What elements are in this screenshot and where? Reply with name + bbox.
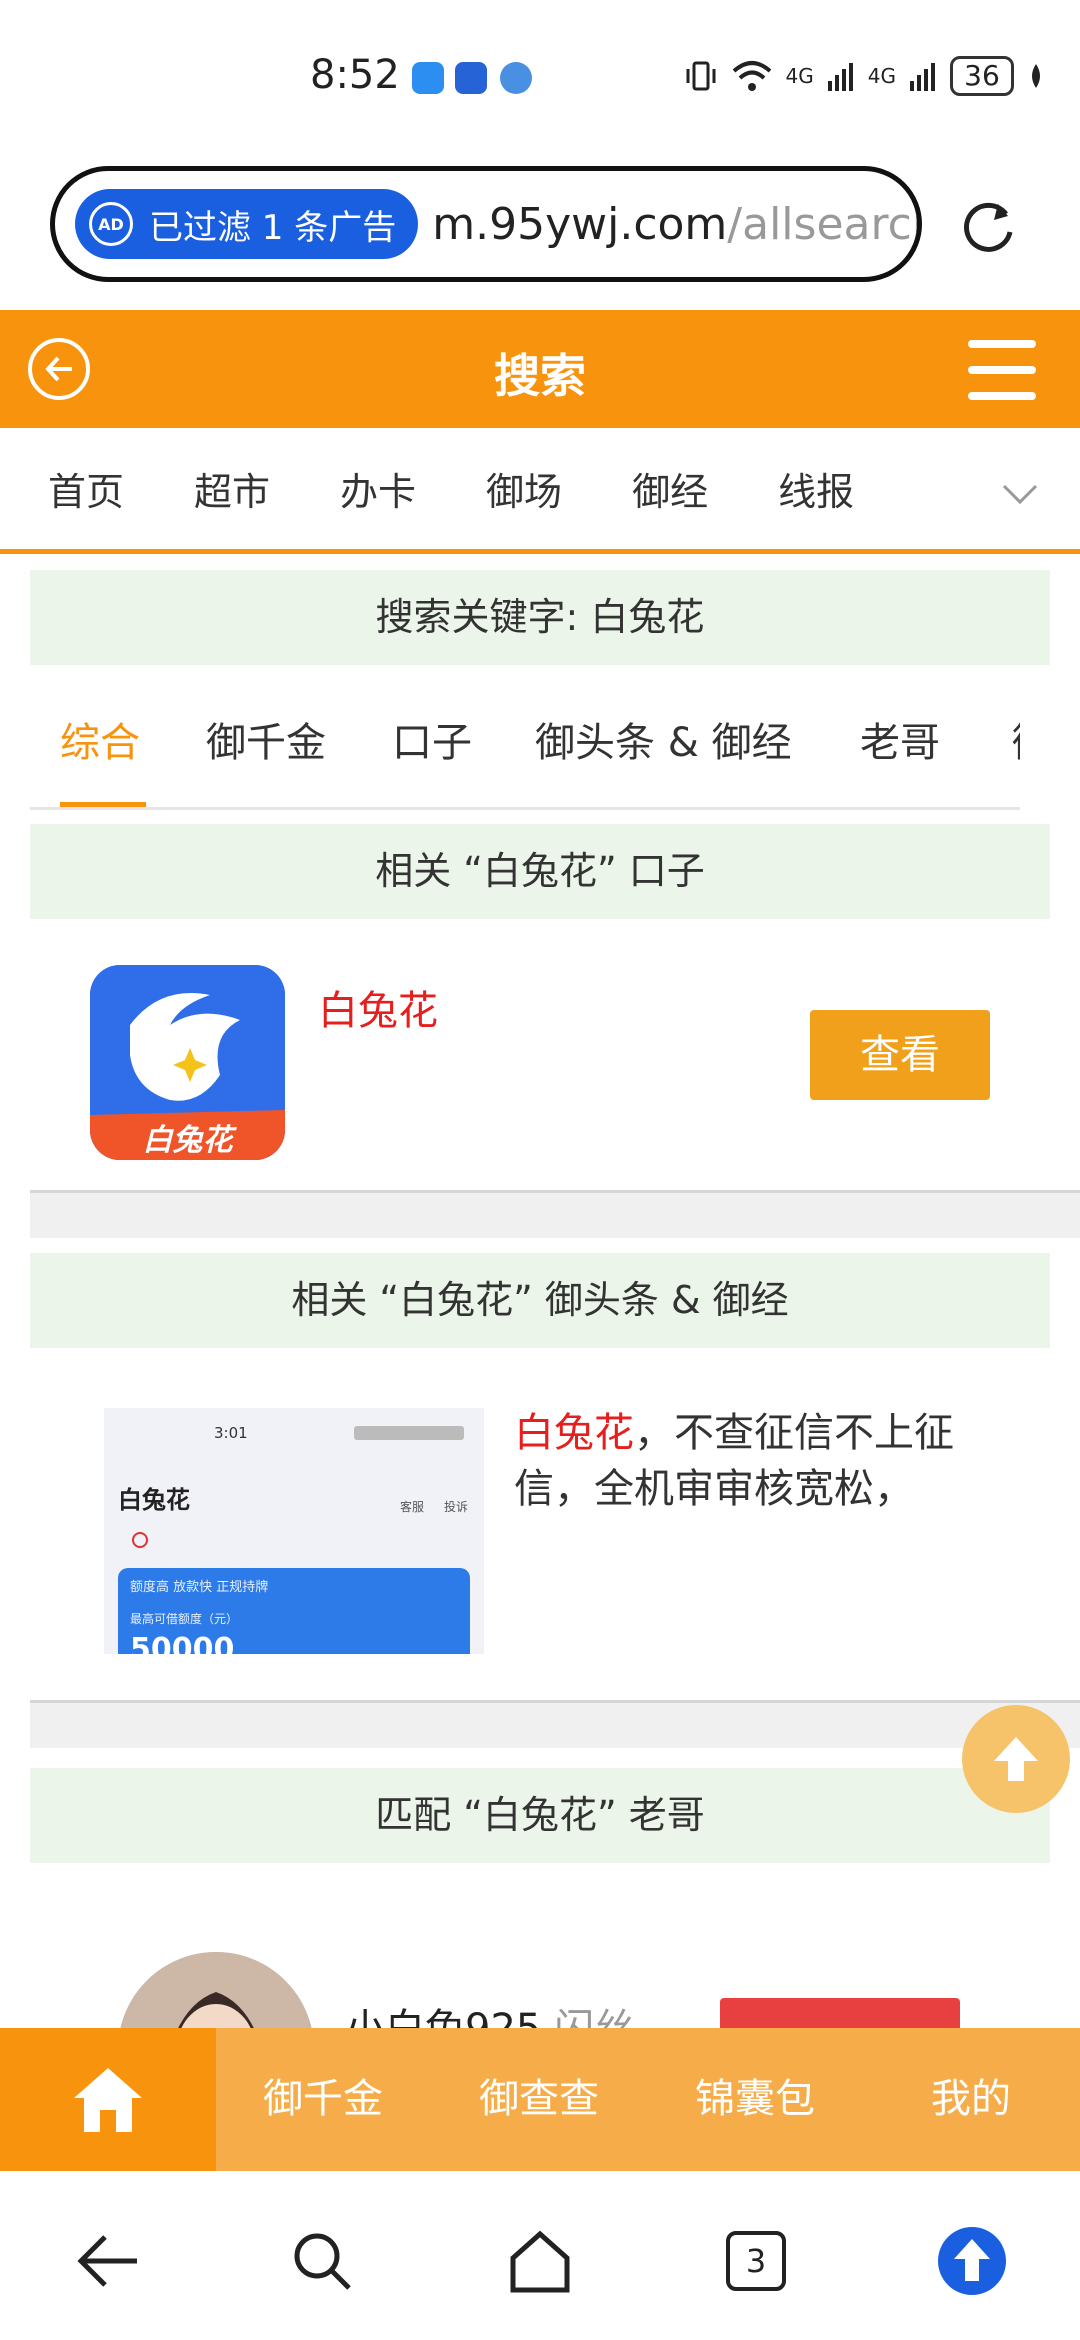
menu-line <box>968 392 1036 400</box>
article-section-title: 相关 “白兔花” 御头条 & 御经 <box>30 1253 1050 1348</box>
thumb-limit-label: 最高可借额度（元） <box>130 1612 239 1626</box>
url-path: /allsearcl <box>727 198 917 250</box>
bottom-nav-check[interactable]: 御查查 <box>446 2028 632 2171</box>
home-icon <box>74 2067 142 2132</box>
tab-headlines[interactable]: 御头条 & 御经 <box>535 710 792 768</box>
page-title: 搜索 <box>494 349 586 403</box>
vibrate-icon <box>686 61 716 91</box>
section-divider <box>30 1190 1080 1238</box>
arrow-up-icon <box>994 1737 1038 1781</box>
app-logo-caption: 白兔花 <box>142 1123 233 1158</box>
section-divider <box>30 1700 1080 1748</box>
signal-1-icon <box>827 63 853 91</box>
thumb-time: 3:01 <box>214 1424 248 1442</box>
article-excerpt[interactable]: 白兔花，不查征信不上征信，全机审审核宽松， <box>514 1405 984 1517</box>
browser-search-button[interactable] <box>282 2221 362 2301</box>
thumb-status-icons <box>354 1426 464 1440</box>
thumb-complaint-label: 投诉 <box>444 1500 469 1514</box>
thumb-banner: 额度高 放款快 正规持牌 <box>130 1580 269 1595</box>
bottom-nav-gold[interactable]: 御千金 <box>230 2028 416 2171</box>
nav-item-forum[interactable]: 御场 <box>486 461 562 516</box>
search-icon <box>294 2233 351 2290</box>
tab-gold[interactable]: 御千金 <box>206 710 326 768</box>
url-domain: m.95ywj.com <box>432 198 728 250</box>
nav-item-experience[interactable]: 御经 <box>632 461 708 516</box>
signal-1-label: 4G <box>785 64 814 88</box>
url-text[interactable]: m.95ywj.com/allsearcl <box>432 199 917 250</box>
ad-filter-label: 已过滤 1 条广告 <box>149 207 397 248</box>
view-button[interactable]: 查看 <box>810 1010 990 1100</box>
tab-count: 3 <box>726 2231 786 2291</box>
browser-home-button[interactable] <box>500 2221 580 2301</box>
upload-arrow-icon <box>938 2227 1006 2295</box>
menu-button[interactable] <box>968 340 1036 400</box>
menu-line <box>968 366 1036 374</box>
tab-more[interactable]: 御 <box>1012 710 1020 768</box>
browser-tabs-button[interactable]: 3 <box>716 2221 796 2301</box>
nav-item-home[interactable]: 首页 <box>48 461 124 516</box>
thumb-alert-icon <box>132 1532 148 1548</box>
nav-item-card[interactable]: 办卡 <box>340 461 416 516</box>
article-thumbnail[interactable]: 3:01 白兔花 客服 投诉 额度高 放款快 正规持牌 最高可借额度（元） 50… <box>104 1408 484 1654</box>
status-bar: 8:52 4G 4G 36 <box>0 0 1080 160</box>
browser-back-button[interactable] <box>68 2221 148 2301</box>
battery-indicator: 36 <box>950 56 1014 96</box>
thumb-service-label: 客服 <box>400 1500 425 1514</box>
menu-line <box>968 340 1036 348</box>
app-name[interactable]: 白兔花 <box>318 978 438 1036</box>
reload-icon[interactable] <box>958 196 1020 258</box>
app-logo[interactable]: 白兔花 <box>90 965 285 1160</box>
category-nav: 首页 超市 办卡 御场 御经 线报 <box>0 428 1080 554</box>
wifi-icon <box>732 61 771 91</box>
ad-filter-badge[interactable]: AD 已过滤 1 条广告 <box>75 189 419 259</box>
status-indicators: 4G 4G 36 <box>684 56 1044 96</box>
member-section-title: 匹配 “白兔花” 老哥 <box>30 1768 1050 1863</box>
download-icon <box>455 62 487 94</box>
bottom-nav-home[interactable] <box>0 2028 216 2171</box>
thumb-limit-value: 50000 <box>130 1632 235 1654</box>
result-tabs: 综合 御千金 口子 御头条 & 御经 老哥 御 <box>30 680 1020 810</box>
chevron-down-icon[interactable] <box>1000 474 1040 514</box>
site-bottom-nav: 御千金 御查查 锦囊包 我的 <box>0 2028 1080 2171</box>
status-time: 8:52 <box>310 52 400 98</box>
thumb-app-title: 白兔花 <box>118 1486 190 1514</box>
tab-members[interactable]: 老哥 <box>860 710 940 768</box>
app-section-title: 相关 “白兔花” 口子 <box>30 824 1050 919</box>
nav-item-deals[interactable]: 线报 <box>778 461 854 516</box>
site-header: 搜索 <box>0 310 1080 428</box>
tab-loans[interactable]: 口子 <box>392 710 472 768</box>
thumb-card: 额度高 放款快 正规持牌 最高可借额度（元） 50000 <box>118 1568 470 1654</box>
browser-icon <box>500 62 532 94</box>
article-highlight: 白兔花 <box>514 1410 634 1456</box>
bottom-nav-mine[interactable]: 我的 <box>878 2028 1064 2171</box>
bottom-nav-tips[interactable]: 锦囊包 <box>662 2028 848 2171</box>
tab-all[interactable]: 综合 <box>60 710 140 768</box>
signal-2-label: 4G <box>867 64 896 88</box>
system-nav-bar: 3 <box>0 2171 1080 2340</box>
browser-upload-button[interactable] <box>932 2221 1012 2301</box>
scroll-top-button[interactable] <box>962 1705 1070 1813</box>
address-bar[interactable]: AD 已过滤 1 条广告 m.95ywj.com/allsearcl <box>50 166 922 282</box>
ad-block-icon: AD <box>89 202 133 246</box>
arrow-left-icon <box>77 2235 137 2287</box>
active-tab-indicator <box>60 802 146 807</box>
leaf-icon <box>1032 64 1040 88</box>
signal-2-icon <box>910 63 935 91</box>
search-keyword: 搜索关键字: 白兔花 <box>30 570 1050 665</box>
message-icon <box>412 62 444 94</box>
nav-item-market[interactable]: 超市 <box>194 461 270 516</box>
home-outline-icon <box>510 2230 570 2293</box>
